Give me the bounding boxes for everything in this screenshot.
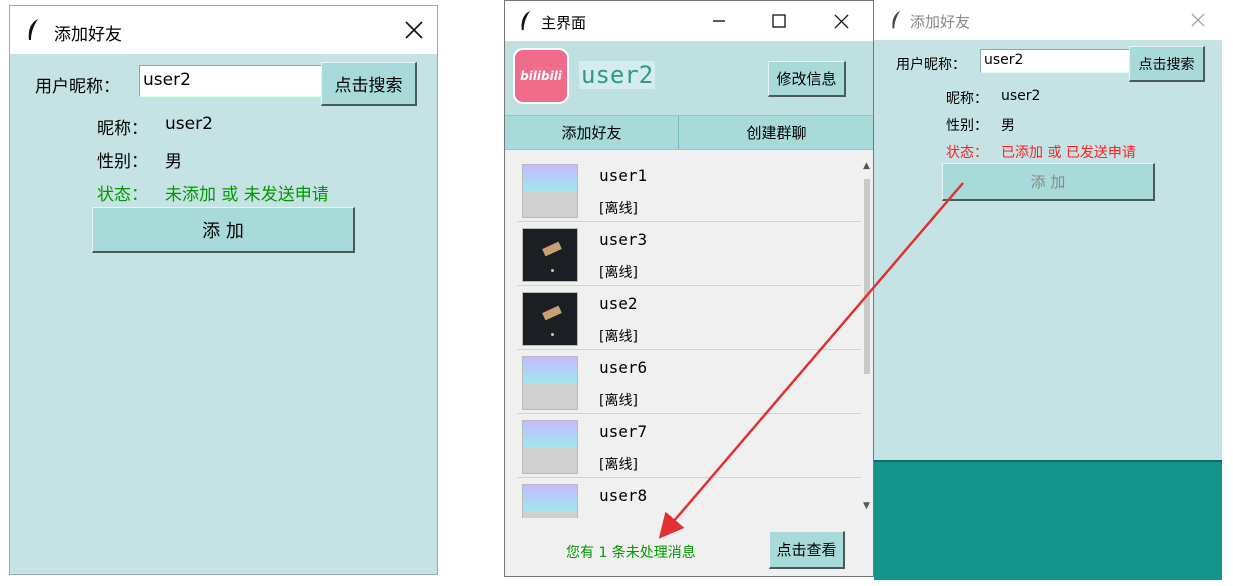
friend-avatar (522, 164, 578, 218)
feather-icon (519, 10, 532, 36)
close-icon[interactable] (1174, 0, 1222, 40)
maximize-icon[interactable] (757, 1, 801, 41)
friend-name: user1 (599, 166, 648, 185)
window-title: 添加好友 (54, 25, 122, 45)
friend-status: [离线] (599, 457, 638, 473)
friend-avatar (522, 228, 578, 282)
friend-avatar (522, 356, 578, 410)
friend-status: [离线] (599, 393, 638, 409)
nickname-label: 昵称： (97, 119, 148, 139)
unread-notice: 您有 1 条未处理消息 (566, 545, 696, 561)
desktop-background (874, 462, 1222, 580)
title-bar: 添加好友 (10, 6, 437, 54)
username: user2 (579, 61, 656, 89)
nickname-value: user2 (1001, 88, 1041, 104)
window-title: 主界面 (541, 14, 587, 32)
add-friend-window-2: 添加好友 用户昵称： user2 点击搜索 昵称： user2 性别： 男 状态… (874, 0, 1222, 580)
friend-list: user1 [离线] user3 [离线] use2 [离线] user6 [离… (505, 151, 873, 518)
gender-value: 男 (1001, 118, 1015, 134)
list-item[interactable]: user8 (517, 478, 863, 518)
gender-label: 性别： (946, 118, 988, 134)
search-input[interactable]: user2 (980, 49, 1130, 73)
nickname-label: 昵称： (946, 91, 988, 107)
status-label: 状态： (946, 145, 988, 161)
view-messages-button[interactable]: 点击查看 (769, 531, 845, 569)
tab-bar: 添加好友 创建群聊 (505, 115, 873, 150)
scroll-down-icon[interactable]: ▼ (863, 501, 870, 511)
scrollbar[interactable]: ▲ ▼ (861, 151, 873, 517)
search-button[interactable]: 点击搜索 (321, 62, 417, 106)
add-button[interactable]: 添 加 (942, 163, 1155, 201)
close-icon[interactable] (819, 1, 863, 41)
window-title: 添加好友 (910, 13, 971, 31)
friend-name: use2 (599, 294, 638, 313)
list-item[interactable]: user7 [离线] (517, 414, 863, 478)
nickname-value: user2 (165, 114, 213, 134)
search-input[interactable]: user2 (139, 65, 322, 97)
gender-label: 性别： (97, 152, 148, 172)
minimize-icon[interactable] (697, 1, 741, 41)
friend-name: user6 (599, 358, 648, 377)
friend-name: user8 (599, 486, 648, 505)
list-item[interactable]: user3 [离线] (517, 222, 863, 286)
tab-add-friend[interactable]: 添加好友 (505, 116, 679, 149)
list-item[interactable]: use2 [离线] (517, 286, 863, 350)
scroll-thumb[interactable] (864, 179, 870, 374)
feather-icon (26, 18, 40, 46)
status-value: 未添加 或 未发送申请 (165, 185, 329, 205)
feather-icon (890, 10, 902, 34)
friend-status: [离线] (599, 265, 638, 281)
search-label: 用户昵称： (896, 57, 966, 73)
friend-status: [离线] (599, 201, 638, 217)
title-bar: 主界面 (505, 1, 873, 41)
status-label: 状态： (97, 185, 148, 205)
profile-header: bilibili user2 修改信息 (505, 41, 873, 115)
close-icon[interactable] (390, 6, 437, 54)
search-button[interactable]: 点击搜索 (1129, 46, 1205, 82)
friend-name: user3 (599, 230, 648, 249)
avatar-logo-text: bilibili (520, 69, 562, 83)
friend-avatar (522, 420, 578, 474)
search-label: 用户昵称： (35, 77, 120, 97)
edit-info-button[interactable]: 修改信息 (768, 61, 846, 97)
add-friend-window: 添加好友 用户昵称： user2 点击搜索 昵称： user2 性别： 男 状态… (9, 5, 438, 575)
status-value: 已添加 或 已发送申请 (1001, 145, 1136, 161)
list-item[interactable]: user6 [离线] (517, 350, 863, 414)
friend-avatar (522, 292, 578, 346)
friend-avatar (522, 484, 578, 518)
add-button[interactable]: 添 加 (92, 207, 355, 253)
gender-value: 男 (165, 152, 182, 172)
tab-create-group[interactable]: 创建群聊 (680, 116, 873, 149)
friend-status: [离线] (599, 329, 638, 345)
list-item[interactable]: user1 [离线] (517, 158, 863, 222)
friend-name: user7 (599, 422, 648, 441)
title-bar: 添加好友 (874, 0, 1222, 40)
scroll-up-icon[interactable]: ▲ (863, 161, 870, 171)
main-window: 主界面 bilibili user2 修改信息 添加好友 创建群聊 user1 … (504, 0, 874, 577)
avatar[interactable]: bilibili (513, 48, 569, 104)
